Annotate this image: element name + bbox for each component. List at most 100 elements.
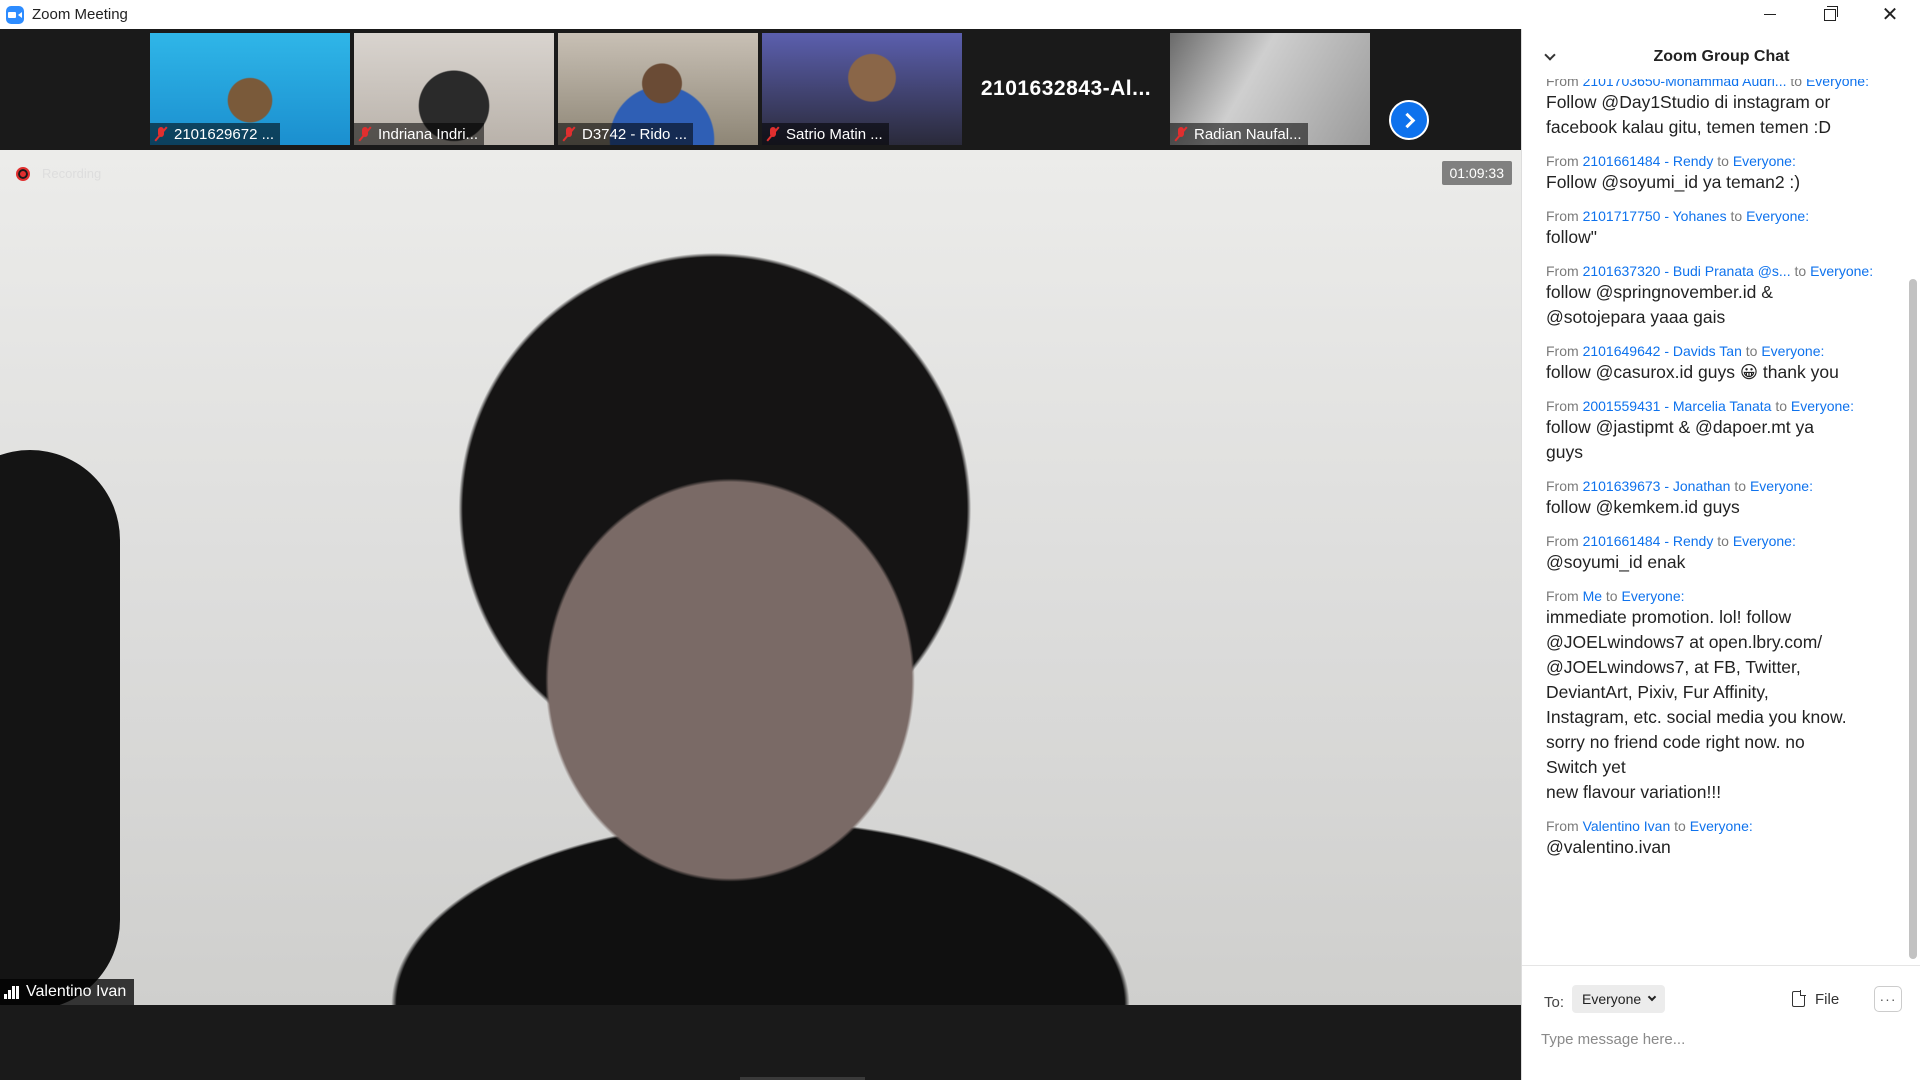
participant-name-tag: Satrio Matin ... <box>762 123 889 145</box>
chat-panel: Zoom Group Chat From 2101703650-Mohammad… <box>1521 29 1920 1080</box>
from-label: From <box>1546 818 1579 834</box>
participant-name-tag: Radian Naufal... <box>1170 123 1308 145</box>
window-title: Zoom Meeting <box>32 6 128 23</box>
to-word: to <box>1605 588 1618 604</box>
recipient-dropdown[interactable]: Everyone <box>1572 985 1666 1013</box>
message-target: Everyone: <box>1810 263 1874 279</box>
participant-thumbnail[interactable]: Satrio Matin ... <box>762 33 962 145</box>
file-button[interactable]: File <box>1792 986 1839 1012</box>
window-controls: ✕ <box>1740 0 1920 29</box>
from-label: From <box>1546 533 1579 549</box>
mic-muted-icon <box>358 126 372 142</box>
close-icon: ✕ <box>1881 3 1899 26</box>
participant-thumbnail[interactable]: Radian Naufal... <box>1170 33 1370 145</box>
message-target: Everyone: <box>1746 208 1810 224</box>
message-target: Everyone: <box>1621 588 1685 604</box>
message-text: follow" <box>1546 227 1597 247</box>
to-word: to <box>1717 153 1729 169</box>
chat-message: From 2101661484 - Rendy to Everyone: Fol… <box>1546 152 1896 195</box>
zoom-app-icon <box>6 5 24 24</box>
chat-message: From Valentino Ivan to Everyone: @valent… <box>1546 817 1896 860</box>
message-target: Everyone: <box>1790 398 1854 414</box>
message-target: Everyone: <box>1732 533 1796 549</box>
to-word: to <box>1717 533 1729 549</box>
chat-message: From 2101639673 - Jonathan to Everyone: … <box>1546 477 1896 520</box>
mic-muted-icon <box>154 126 168 142</box>
from-label: From <box>1546 263 1579 279</box>
participant-name-tag: D3742 - Rido ... <box>558 123 694 145</box>
message-meta: From 2101639673 - Jonathan to Everyone: <box>1546 477 1896 495</box>
participant-thumbnail[interactable]: D3742 - Rido ... <box>558 33 758 145</box>
message-text: immediate promotion. lol! follow @JOELwi… <box>1546 607 1847 802</box>
message-text: follow @springnovember.id & @sotojepara … <box>1546 282 1773 327</box>
from-label: From <box>1546 153 1579 169</box>
minimize-icon <box>1764 14 1776 15</box>
to-word: to <box>1775 398 1788 414</box>
message-meta: From 2101661484 - Rendy to Everyone: <box>1546 152 1896 170</box>
from-label: From <box>1546 79 1579 89</box>
signal-strength-icon <box>4 985 20 999</box>
message-meta: From 2101661484 - Rendy to Everyone: <box>1546 532 1896 550</box>
participant-thumbnail-no-video[interactable]: 2101632843-Al... <box>966 33 1166 145</box>
chat-message-list[interactable]: From 2101703650-Mohammad Audri... to Eve… <box>1522 79 1912 965</box>
from-label: From <box>1546 343 1579 359</box>
meeting-timer: 01:09:33 <box>1441 161 1512 185</box>
zoom-meeting-window: Zoom Meeting ✕ 2101629672 ... Indriana I… <box>0 0 1920 1080</box>
message-text: follow @kemkem.id guys <box>1546 497 1740 517</box>
speaker-name: Valentino Ivan <box>26 983 127 1000</box>
recording-icon <box>16 166 30 181</box>
to-word: to <box>1794 263 1807 279</box>
close-button[interactable]: ✕ <box>1860 0 1920 29</box>
recipient-value: Everyone <box>1582 991 1642 1007</box>
chevron-down-icon <box>1647 992 1657 1002</box>
from-label: From <box>1546 398 1579 414</box>
from-label: From <box>1546 478 1579 494</box>
chat-title: Zoom Group Chat <box>1653 48 1790 65</box>
message-sender: 2101649642 - Davids Tan <box>1582 343 1742 359</box>
participant-name: Radian Naufal... <box>1194 125 1302 143</box>
participant-thumbnail[interactable]: Indriana Indri... <box>354 33 554 145</box>
mic-muted-icon <box>766 126 780 142</box>
message-meta: From Me to Everyone: <box>1546 587 1896 605</box>
more-icon: ··· <box>1879 991 1897 1007</box>
more-options-button[interactable]: ··· <box>1874 986 1902 1012</box>
message-input[interactable] <box>1541 1024 1901 1054</box>
chat-message: From 2101661484 - Rendy to Everyone: @so… <box>1546 532 1896 575</box>
minimize-button[interactable] <box>1740 0 1800 29</box>
chat-message: From 2001559431 - Marcelia Tanata to Eve… <box>1546 397 1896 465</box>
from-label: From <box>1546 208 1579 224</box>
participant-strip: 2101629672 ... Indriana Indri... D3742 -… <box>0 29 1521 150</box>
participant-name: Indriana Indri... <box>378 125 479 143</box>
title-bar: Zoom Meeting ✕ <box>0 0 1920 29</box>
participant-name-tag: 2101629672 ... <box>150 123 281 145</box>
message-meta: From 2101637320 - Budi Pranata @s... to … <box>1546 262 1896 280</box>
participant-name: 2101629672 ... <box>174 125 275 143</box>
message-sender: 2101703650-Mohammad Audri... <box>1582 79 1787 89</box>
to-word: to <box>1730 208 1743 224</box>
to-word: to <box>1790 79 1803 89</box>
restore-button[interactable] <box>1800 0 1860 29</box>
message-sender: 2101717750 - Yohanes <box>1582 208 1727 224</box>
message-text: @valentino.ivan <box>1546 837 1671 857</box>
participant-name-tag: Indriana Indri... <box>354 123 485 145</box>
message-sender: 2101639673 - Jonathan <box>1582 478 1731 494</box>
message-meta: From Valentino Ivan to Everyone: <box>1546 817 1896 835</box>
chat-composer: To: Everyone File ··· <box>1522 965 1920 1080</box>
to-label: To: <box>1544 994 1565 1011</box>
to-word: to <box>1734 478 1747 494</box>
file-label: File <box>1815 990 1840 1008</box>
participant-name: Satrio Matin ... <box>786 125 883 143</box>
chat-message: From 2101637320 - Budi Pranata @s... to … <box>1546 262 1896 330</box>
participant-thumbnail[interactable]: 2101629672 ... <box>150 33 350 145</box>
message-sender: 2101637320 - Budi Pranata @s... <box>1582 263 1791 279</box>
chat-header: Zoom Group Chat <box>1522 29 1920 85</box>
message-text: Follow @soyumi_id ya teman2 :) <box>1546 172 1801 192</box>
recording-indicator: Recording <box>16 166 101 181</box>
recording-label: Recording <box>42 166 102 181</box>
chevron-down-icon[interactable] <box>1544 49 1556 61</box>
message-sender: Me <box>1582 588 1603 604</box>
message-text: Follow @Day1Studio di instagram or faceb… <box>1546 92 1832 137</box>
next-page-button[interactable] <box>1389 100 1429 140</box>
active-speaker-video: Recording 01:09:33 Valentino Ivan <box>0 150 1521 1005</box>
chat-scrollbar[interactable] <box>1909 279 1917 959</box>
